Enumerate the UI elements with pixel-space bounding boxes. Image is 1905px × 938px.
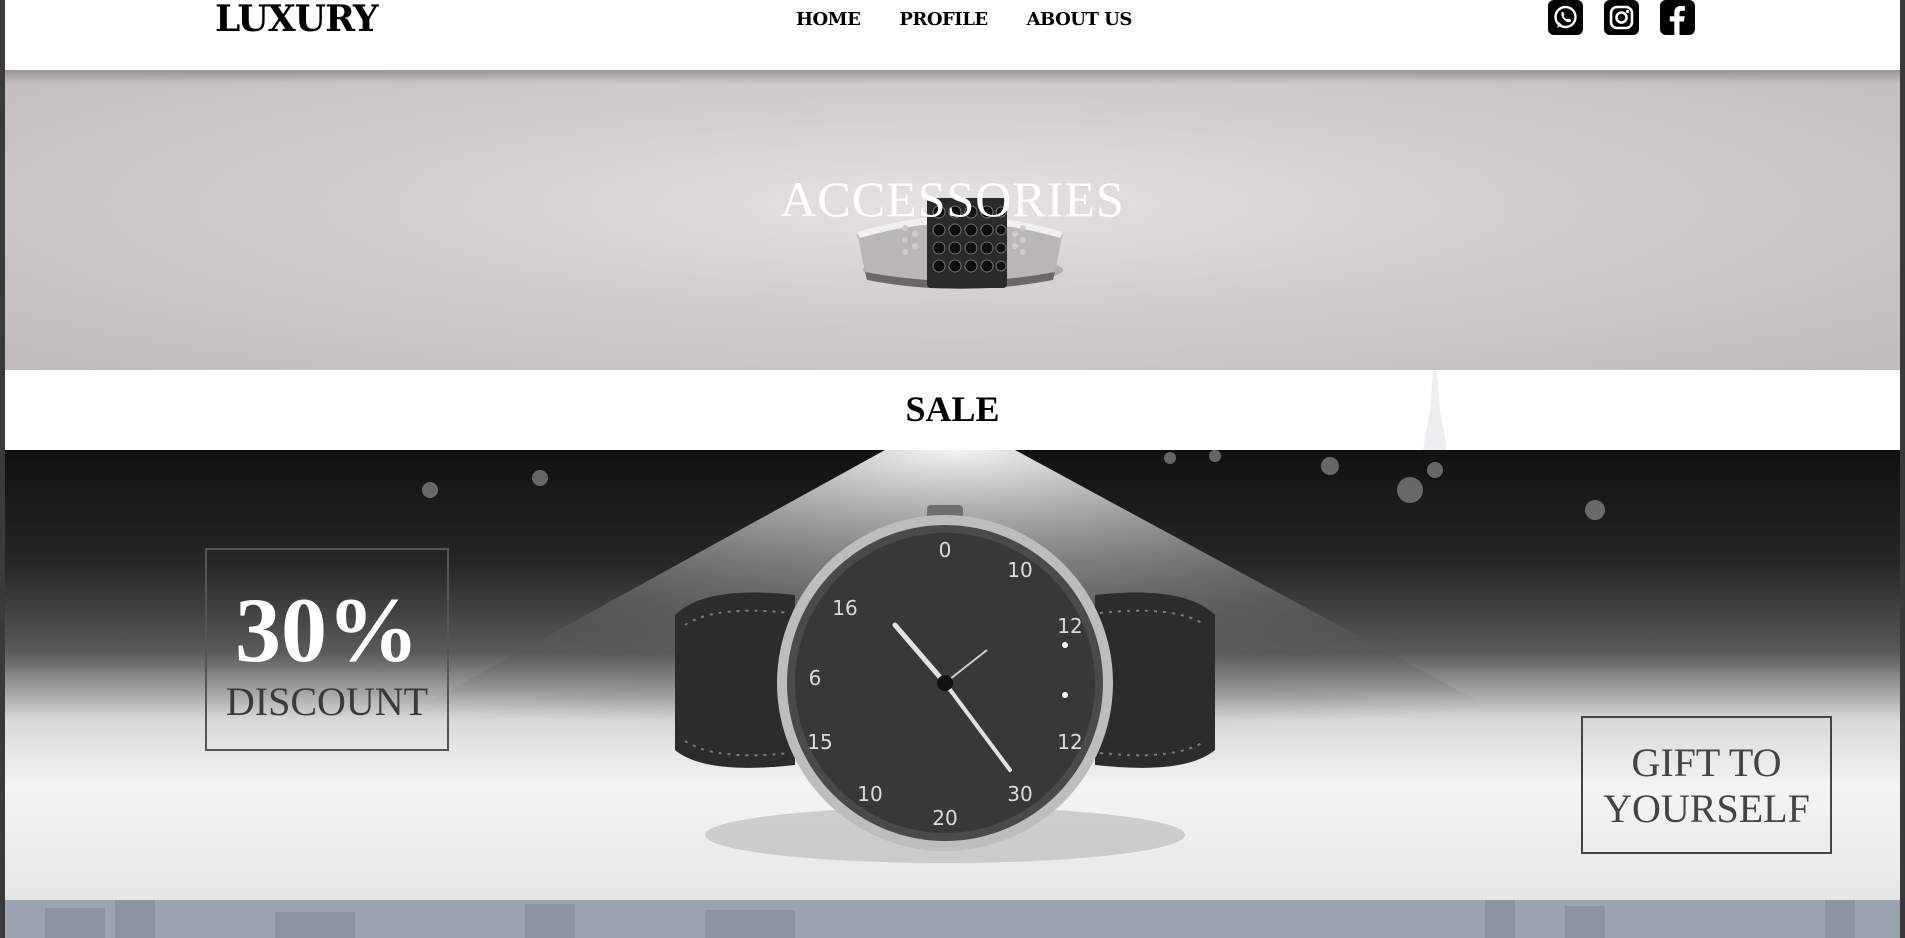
site-logo[interactable]: LUXURY (215, 0, 379, 40)
svg-text:12: 12 (1057, 614, 1082, 638)
nav-about-link[interactable]: ABOUT US (1027, 9, 1133, 30)
svg-text:30: 30 (1007, 782, 1032, 806)
svg-text:20: 20 (932, 806, 957, 830)
hero-title: ACCESSORIES (780, 171, 1125, 227)
svg-text:10: 10 (1007, 558, 1032, 582)
svg-text:12: 12 (1057, 730, 1082, 754)
page-border-right (1900, 0, 1905, 938)
watch-image: 0 10 12 12 30 20 10 15 6 16 (675, 505, 1215, 863)
svg-text:15: 15 (807, 730, 832, 754)
sale-banner: SALE (5, 370, 1900, 450)
nav-profile-link[interactable]: PROFILE (899, 9, 988, 30)
next-section-preview (5, 900, 1900, 938)
skyline-decoration (45, 900, 1855, 938)
facebook-icon[interactable] (1660, 0, 1695, 35)
social-links (1548, 0, 1695, 35)
gift-line-1: GIFT TO (1631, 740, 1782, 785)
gift-line-2: YOURSELF (1603, 786, 1810, 831)
main-nav: HOME PROFILE ABOUT US (796, 9, 1132, 30)
svg-text:16: 16 (832, 596, 857, 620)
nav-home-link[interactable]: HOME (796, 9, 861, 30)
whatsapp-icon[interactable] (1548, 0, 1583, 35)
watch-promo[interactable]: 0 10 12 12 30 20 10 15 6 16 30% DISCOUNT… (5, 450, 1900, 900)
discount-badge: 30% DISCOUNT (205, 548, 449, 751)
discount-label: DISCOUNT (225, 679, 429, 724)
svg-text:6: 6 (809, 666, 822, 690)
accessories-hero[interactable]: ACCESSORIES (5, 70, 1900, 370)
navbar: LUXURY HOME PROFILE ABOUT US (5, 0, 1900, 70)
gift-button[interactable]: GIFT TO YOURSELF (1581, 716, 1832, 854)
svg-text:0: 0 (939, 538, 952, 562)
svg-text:10: 10 (857, 782, 882, 806)
instagram-icon[interactable] (1604, 0, 1639, 35)
discount-value: 30% (235, 579, 419, 681)
sale-title: SALE (905, 389, 1000, 429)
